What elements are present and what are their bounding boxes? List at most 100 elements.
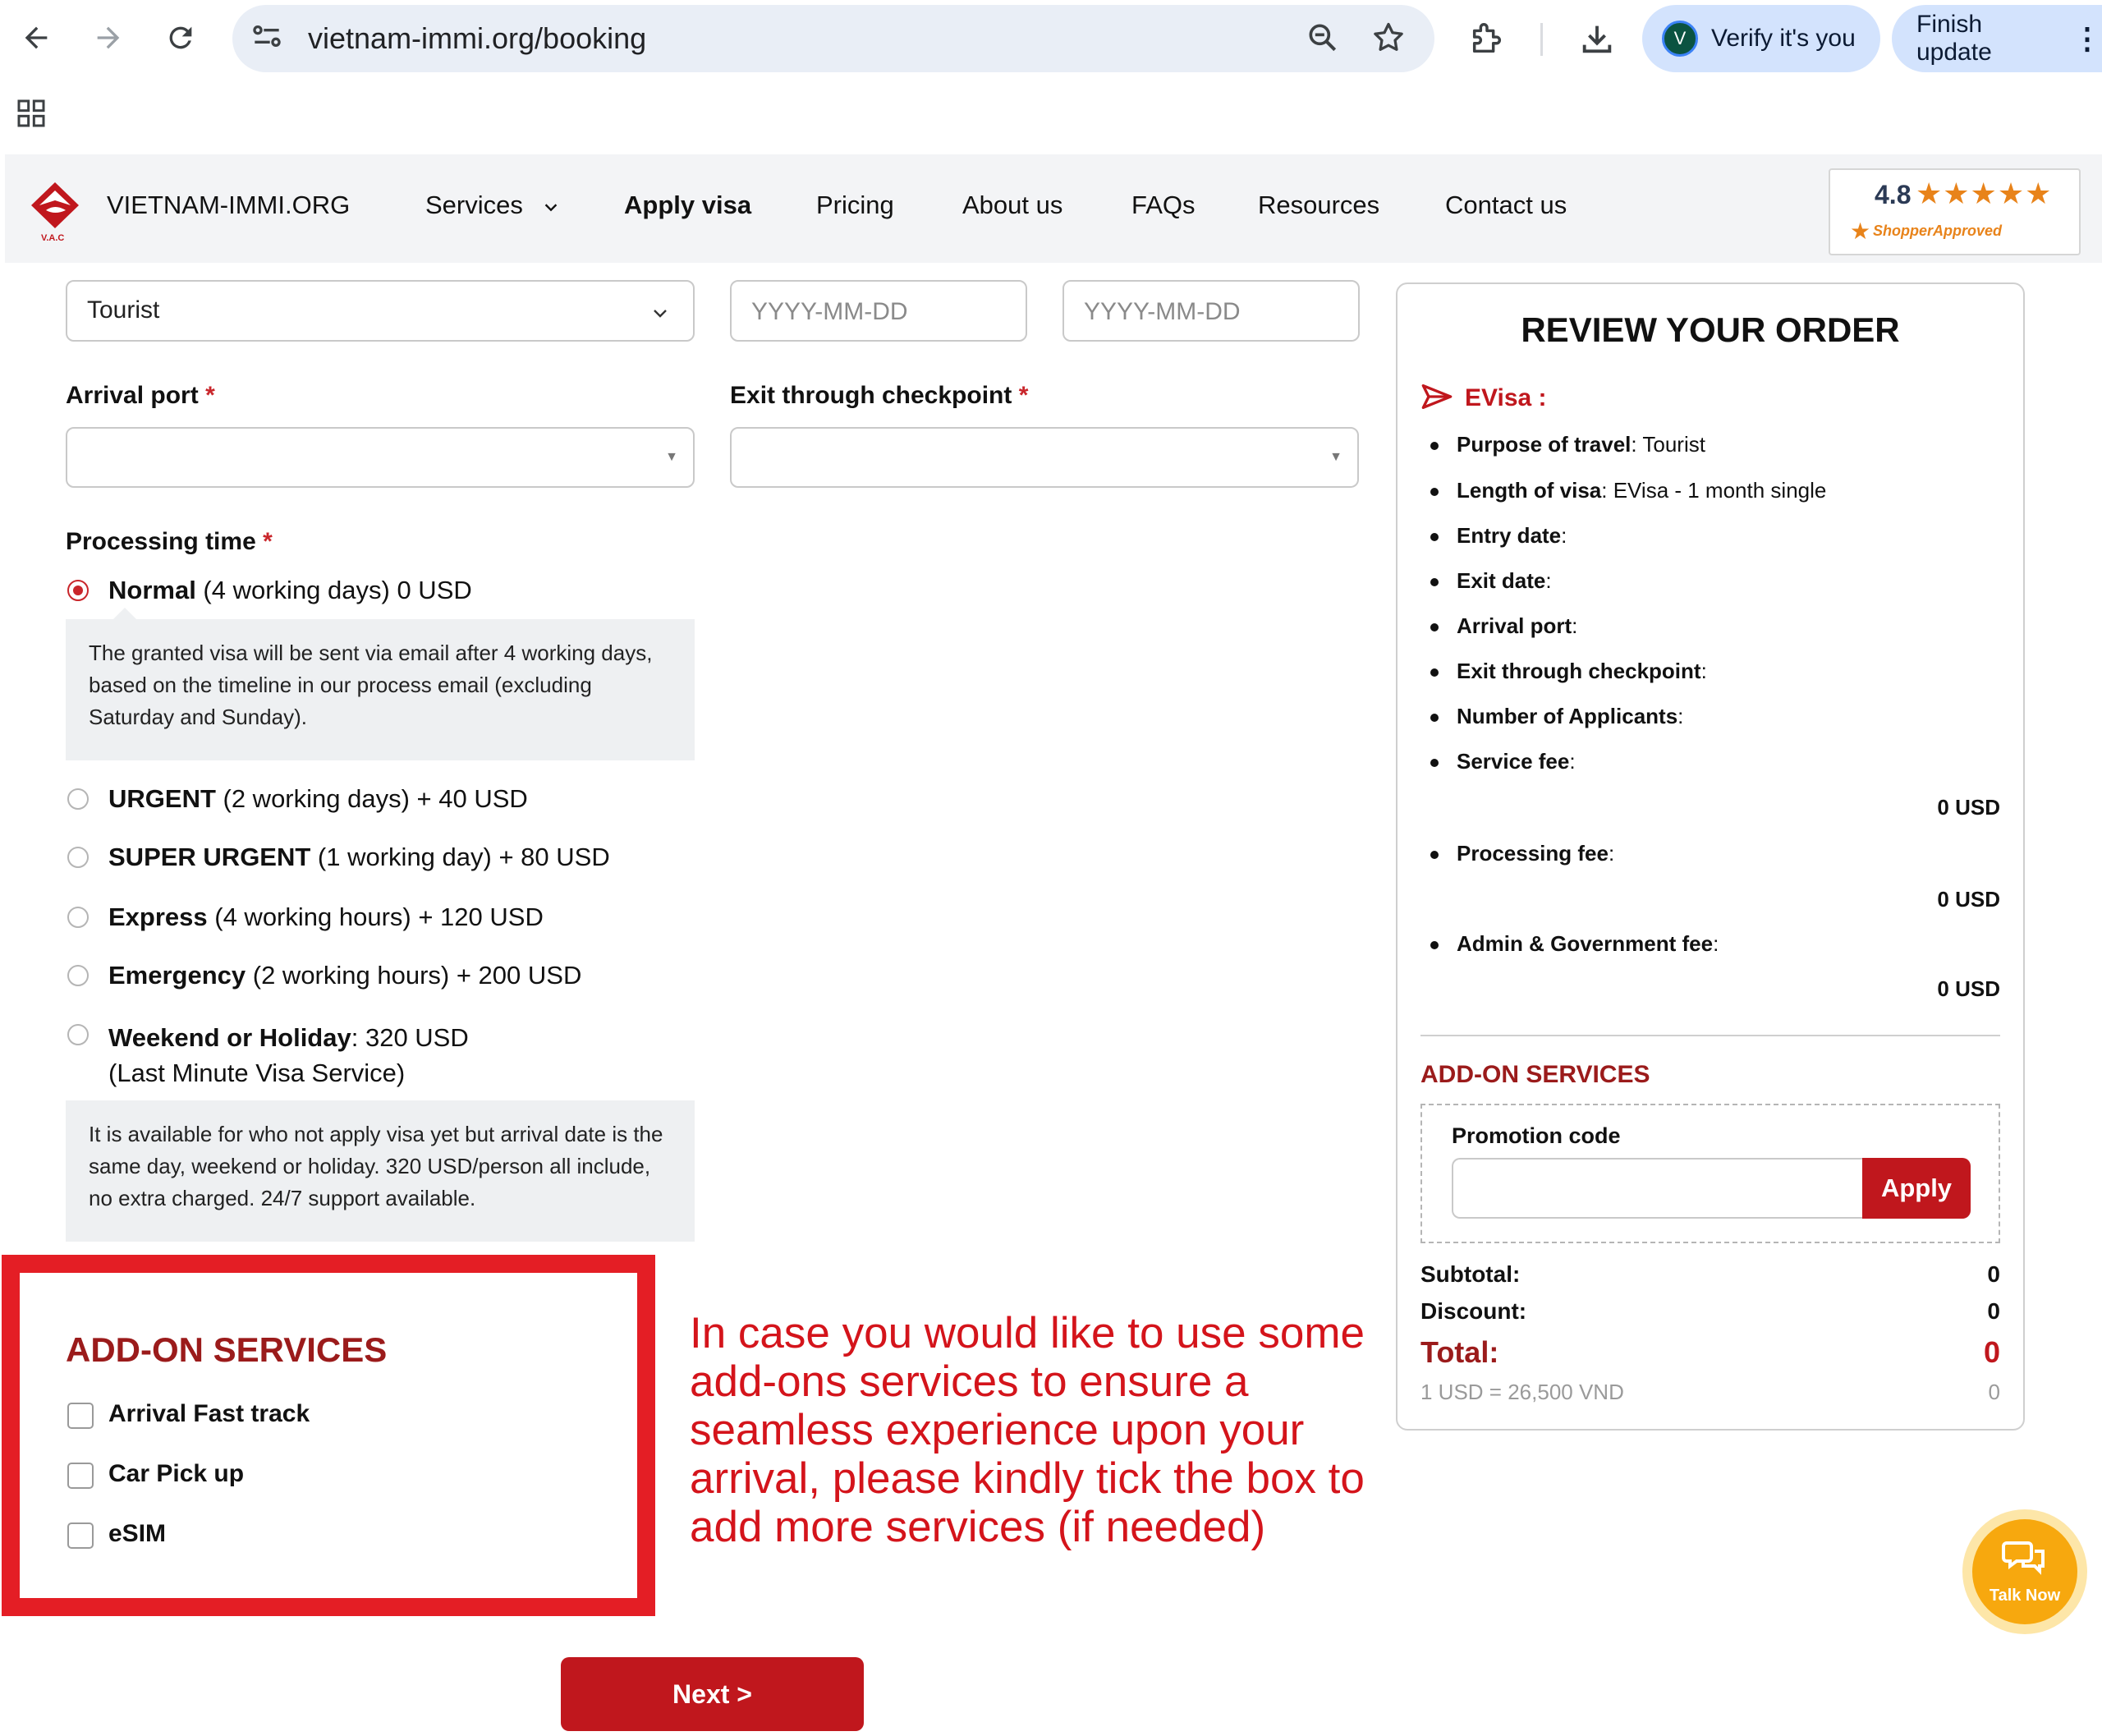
- option-detail: (4 working hours) + 120 USD: [207, 902, 544, 931]
- radio-normal[interactable]: [67, 580, 89, 601]
- download-icon[interactable]: [1578, 20, 1616, 62]
- arrival-fast-track-label[interactable]: Arrival Fast track: [108, 1400, 310, 1428]
- row-key: Arrival port: [1457, 613, 1572, 638]
- nav-services[interactable]: Services: [425, 191, 560, 220]
- option-detail-secondary: (Last Minute Visa Service): [108, 1059, 406, 1087]
- exchange-rate-label: 1 USD = 26,500 VND: [1420, 1380, 1624, 1404]
- url-text[interactable]: vietnam-immi.org/booking: [308, 21, 646, 56]
- row-key: Processing fee: [1457, 841, 1609, 866]
- address-bar[interactable]: vietnam-immi.org/booking: [232, 5, 1434, 72]
- weekend-note: It is available for who not apply visa y…: [66, 1100, 695, 1242]
- total-label: Total:: [1420, 1335, 1499, 1369]
- option-detail: (2 working hours) + 200 USD: [246, 961, 582, 990]
- subtotal-value: 0: [1987, 1261, 2000, 1287]
- back-icon[interactable]: [13, 15, 59, 61]
- exit-date-input[interactable]: YYYY-MM-DD: [1062, 280, 1360, 342]
- exit-checkpoint-select[interactable]: ▼: [730, 427, 1359, 488]
- review-exit-date: Exit date:: [1430, 568, 1552, 594]
- row-value: :: [1713, 931, 1719, 956]
- row-key: Exit date: [1457, 568, 1546, 593]
- review-exit-checkpoint: Exit through checkpoint:: [1430, 659, 1707, 684]
- logo-mark-icon: [31, 182, 79, 228]
- arrival-port-label: Arrival port *: [66, 382, 215, 410]
- option-urgent-label[interactable]: URGENT (2 working days) + 40 USD: [108, 784, 528, 814]
- admin-fee-amount: 0 USD: [1937, 976, 2000, 1001]
- finish-update-button[interactable]: Finish update ⋮: [1892, 5, 2102, 72]
- car-pick-up-label[interactable]: Car Pick up: [108, 1460, 244, 1488]
- send-plane-icon: [1420, 383, 1453, 415]
- entry-date-placeholder: YYYY-MM-DD: [751, 298, 908, 325]
- apply-promo-button[interactable]: Apply: [1862, 1158, 1971, 1219]
- radio-express[interactable]: [67, 907, 89, 928]
- zoom-icon[interactable]: [1305, 20, 1341, 64]
- chevron-down-icon: [544, 204, 557, 212]
- service-fee-amount: 0 USD: [1937, 795, 2000, 820]
- promotion-code-input[interactable]: [1452, 1158, 1864, 1219]
- verify-label: Verify it's you: [1711, 25, 1856, 52]
- nav-apply-visa[interactable]: Apply visa: [624, 191, 751, 220]
- discount-value: 0: [1987, 1298, 2000, 1324]
- row-value: :: [1608, 841, 1615, 866]
- discount-label: Discount:: [1420, 1298, 1527, 1324]
- toolbar-divider: [1540, 23, 1543, 56]
- purpose-select[interactable]: Tourist: [66, 280, 695, 342]
- nav-faqs[interactable]: FAQs: [1131, 191, 1196, 220]
- checkbox-esim[interactable]: [67, 1522, 94, 1549]
- exchange-rate-value: 0: [1988, 1380, 2000, 1404]
- next-button[interactable]: Next >: [561, 1657, 864, 1731]
- more-menu-icon[interactable]: ⋮: [2072, 21, 2102, 56]
- caret-down-icon: ▼: [665, 450, 678, 464]
- forward-icon[interactable]: [85, 15, 131, 61]
- logo-sub-text: V.A.C: [41, 233, 65, 243]
- row-key: Number of Applicants: [1457, 704, 1678, 728]
- site-info-icon[interactable]: [249, 18, 285, 62]
- option-name: Normal: [108, 576, 196, 604]
- required-mark: *: [205, 382, 215, 409]
- nav-resources[interactable]: Resources: [1258, 191, 1379, 220]
- bookmark-star-icon[interactable]: [1370, 20, 1407, 64]
- option-normal-label[interactable]: Normal (4 working days) 0 USD: [108, 576, 472, 605]
- arrival-port-label-text: Arrival port: [66, 382, 199, 409]
- talk-now-button[interactable]: Talk Now: [1962, 1509, 2087, 1634]
- promotion-label: Promotion code: [1452, 1123, 1621, 1148]
- note-pointer: [113, 608, 136, 619]
- profile-avatar: V: [1662, 21, 1698, 57]
- review-addon-title: ADD-ON SERVICES: [1420, 1061, 1650, 1088]
- caret-down-icon: ▼: [1329, 450, 1342, 464]
- option-emergency-label[interactable]: Emergency (2 working hours) + 200 USD: [108, 961, 581, 990]
- option-express-label[interactable]: Express (4 working hours) + 120 USD: [108, 902, 544, 932]
- checkbox-arrival-fast-track[interactable]: [67, 1403, 94, 1429]
- entry-date-input[interactable]: YYYY-MM-DD: [730, 280, 1027, 342]
- arrival-port-select[interactable]: ▼: [66, 427, 695, 488]
- review-title: REVIEW YOUR ORDER: [1521, 310, 1900, 349]
- option-name: Weekend or Holiday: [108, 1023, 351, 1052]
- option-super-urgent-label[interactable]: SUPER URGENT (1 working day) + 80 USD: [108, 843, 610, 872]
- radio-super-urgent[interactable]: [67, 847, 89, 868]
- nav-services-label: Services: [425, 191, 523, 219]
- exit-checkpoint-label-text: Exit through checkpoint: [730, 382, 1012, 409]
- option-weekend-holiday-label[interactable]: Weekend or Holiday: 320 USD (Last Minute…: [108, 1020, 469, 1091]
- verify-identity-button[interactable]: V Verify it's you: [1642, 5, 1880, 72]
- radio-urgent[interactable]: [67, 788, 89, 810]
- nav-pricing[interactable]: Pricing: [816, 191, 894, 220]
- extensions-icon[interactable]: [1468, 20, 1506, 62]
- nav-about-us[interactable]: About us: [962, 191, 1062, 220]
- row-value: :: [1572, 613, 1578, 638]
- next-button-label: Next >: [672, 1679, 752, 1709]
- esim-label[interactable]: eSIM: [108, 1520, 166, 1548]
- option-detail: (4 working days) 0 USD: [195, 576, 472, 604]
- site-logo[interactable]: V.A.C: [28, 179, 82, 243]
- checkbox-car-pick-up[interactable]: [67, 1463, 94, 1489]
- chevron-down-icon: [654, 310, 667, 318]
- radio-emergency[interactable]: [67, 965, 89, 986]
- normal-note: The granted visa will be sent via email …: [66, 619, 695, 760]
- reload-icon[interactable]: [158, 15, 204, 61]
- chat-bubble-icon: [2002, 1541, 2045, 1575]
- apps-grid-icon[interactable]: [15, 97, 48, 134]
- option-name: URGENT: [108, 784, 216, 813]
- brand-name[interactable]: VIETNAM-IMMI.ORG: [107, 191, 350, 220]
- nav-contact-us[interactable]: Contact us: [1445, 191, 1567, 220]
- shopper-approved-badge[interactable]: 4.8 ★★★★★ ShopperApproved ★: [1829, 168, 2081, 255]
- row-key: Length of visa: [1457, 478, 1602, 503]
- radio-weekend-holiday[interactable]: [67, 1024, 89, 1045]
